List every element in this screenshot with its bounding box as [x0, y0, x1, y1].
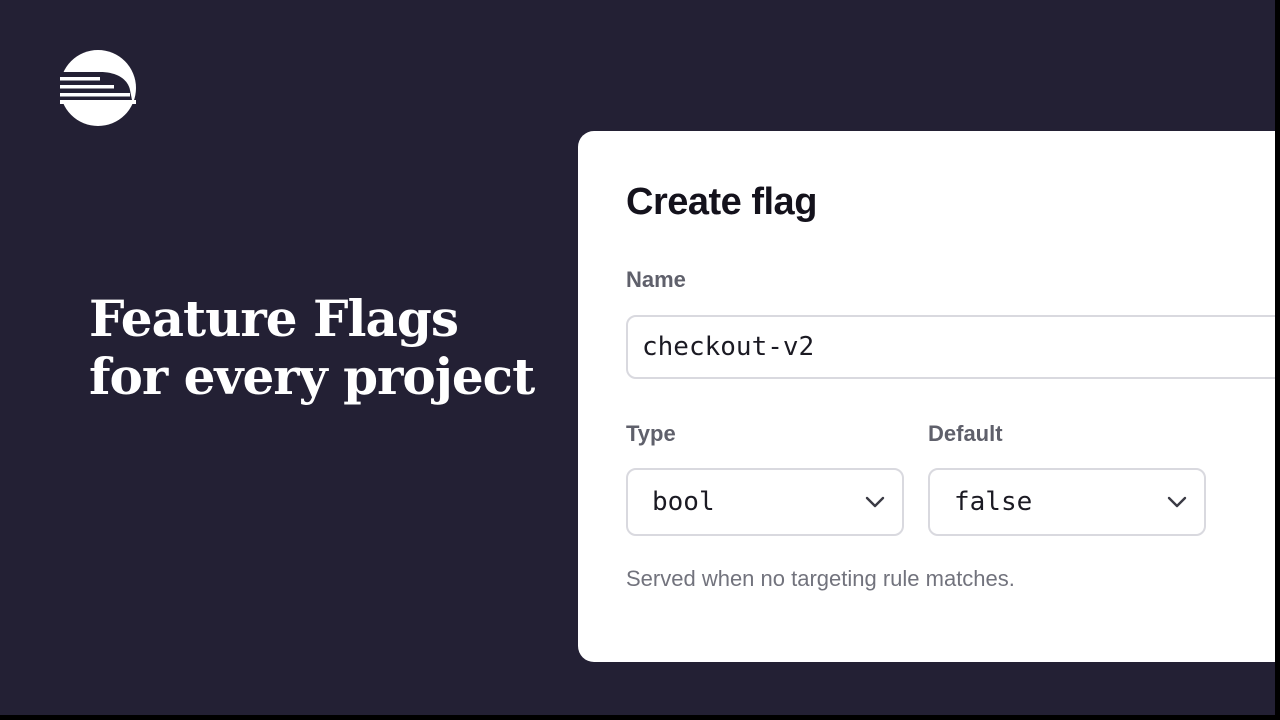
default-select-value: false	[954, 487, 1033, 517]
train-icon	[60, 50, 136, 126]
video-frame: Feature Flags for every project Create f…	[0, 0, 1275, 715]
default-select[interactable]: false	[928, 468, 1206, 536]
create-flag-dialog: Create flag Name checkout-v2 Type bool D…	[578, 131, 1275, 662]
default-label: Default	[928, 421, 1003, 446]
type-label: Type	[626, 421, 676, 446]
name-label: Name	[626, 267, 686, 292]
chevron-down-icon	[1166, 494, 1188, 510]
name-input[interactable]: checkout-v2	[626, 315, 1275, 379]
dialog-title: Create flag	[626, 181, 817, 223]
hero-headline: Feature Flags for every project	[89, 289, 535, 406]
headline-line-2: for every project	[89, 347, 535, 406]
headline-line-1: Feature Flags	[89, 289, 459, 348]
default-helper-text: Served when no targeting rule matches.	[626, 566, 1015, 591]
chevron-down-icon	[864, 494, 886, 510]
type-select-value: bool	[652, 487, 715, 517]
type-select[interactable]: bool	[626, 468, 904, 536]
